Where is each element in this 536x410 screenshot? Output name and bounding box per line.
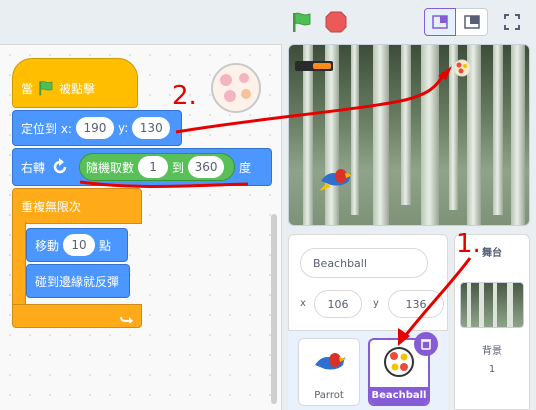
green-flag-button[interactable]: [290, 11, 314, 33]
x-label: x: [300, 298, 306, 309]
rotate-clockwise-icon: [53, 158, 67, 174]
green-flag-icon: [293, 12, 311, 32]
stage-panel-header: 舞台: [482, 248, 502, 259]
sprite-name-parrot: Parrot: [314, 390, 344, 401]
parrot-sprite[interactable]: [317, 163, 357, 193]
when-flag-clicked-block[interactable]: 當 被點擊: [12, 58, 138, 108]
forever-arm: [12, 222, 26, 306]
turn-right-block[interactable]: 右轉 隨機取數 1 到 360 度: [12, 148, 272, 186]
stop-button[interactable]: [324, 10, 348, 34]
sprite-tile-parrot[interactable]: Parrot: [298, 338, 360, 406]
tree-trunk: [373, 45, 389, 225]
bounce-label: 碰到邊緣就反彈: [35, 274, 120, 289]
degree-label: 度: [239, 160, 252, 175]
stop-icon: [325, 11, 347, 33]
turn-label: 右轉: [21, 160, 46, 175]
tree-trunk: [493, 45, 503, 215]
tree-trunk: [421, 45, 439, 225]
x-position-field[interactable]: 106: [314, 290, 362, 318]
goto-y-label: y:: [117, 121, 129, 135]
large-stage-button[interactable]: [456, 8, 488, 36]
fullscreen-button[interactable]: [496, 8, 528, 36]
go-to-xy-block[interactable]: 定位到 x: 190 y: 130: [12, 110, 182, 146]
goto-label: 定位到 x:: [21, 121, 72, 136]
beachball-thumbnail: [384, 347, 414, 377]
workspace-scrollbar[interactable]: [271, 214, 277, 404]
backdrop-thumbnail: [460, 282, 524, 328]
forever-label: 重複無限次: [21, 199, 82, 214]
random-from-input[interactable]: 1: [138, 156, 169, 178]
forever-block[interactable]: 重複無限次: [12, 188, 142, 224]
stage-toolbar: [0, 0, 536, 44]
tree-trunk: [401, 45, 411, 205]
move-unit: 點: [99, 238, 112, 253]
goto-y-input[interactable]: 130: [132, 117, 171, 139]
small-stage-button[interactable]: [424, 8, 456, 36]
random-label: 隨機取數: [86, 160, 135, 175]
hat-suffix: 被點擊: [59, 81, 96, 96]
backdrop-count: 1: [488, 364, 496, 375]
pick-random-block[interactable]: 隨機取數 1 到 360: [79, 153, 236, 181]
delete-sprite-button[interactable]: [414, 332, 438, 356]
loop-arrow-icon: [120, 316, 133, 323]
small-stage-icon: [432, 15, 448, 29]
fullscreen-icon: [504, 14, 520, 30]
goto-x-input[interactable]: 190: [75, 117, 114, 139]
move-label: 移動: [35, 238, 60, 253]
stage-canvas[interactable]: [288, 44, 530, 226]
tree-trunk: [511, 45, 525, 225]
tree-trunk: [325, 45, 339, 225]
stage-size-toggle: [424, 8, 488, 36]
move-steps-block[interactable]: 移動 10 點: [26, 228, 128, 262]
move-steps-input[interactable]: 10: [63, 234, 96, 256]
parrot-thumbnail: [315, 353, 346, 370]
random-to-label: 到: [172, 160, 185, 175]
sprite-name-beachball: Beachball: [370, 387, 428, 404]
sprite-name-field[interactable]: Beachball: [300, 248, 428, 278]
y-position-field[interactable]: 136: [388, 290, 444, 318]
green-flag-icon: [39, 80, 53, 96]
bounce-on-edge-block[interactable]: 碰到邊緣就反彈: [26, 264, 130, 298]
beachball-sprite[interactable]: [453, 59, 471, 77]
random-to-input[interactable]: 360: [188, 156, 225, 178]
tree-trunk: [303, 45, 313, 225]
y-label: y: [373, 298, 379, 309]
forever-bottom: [12, 304, 142, 328]
large-stage-icon: [463, 15, 480, 29]
backdrop-label: 背景: [482, 346, 502, 357]
hat-label: 當: [21, 81, 34, 96]
stage-variable-monitor: [295, 61, 333, 71]
trash-icon: [421, 339, 431, 350]
